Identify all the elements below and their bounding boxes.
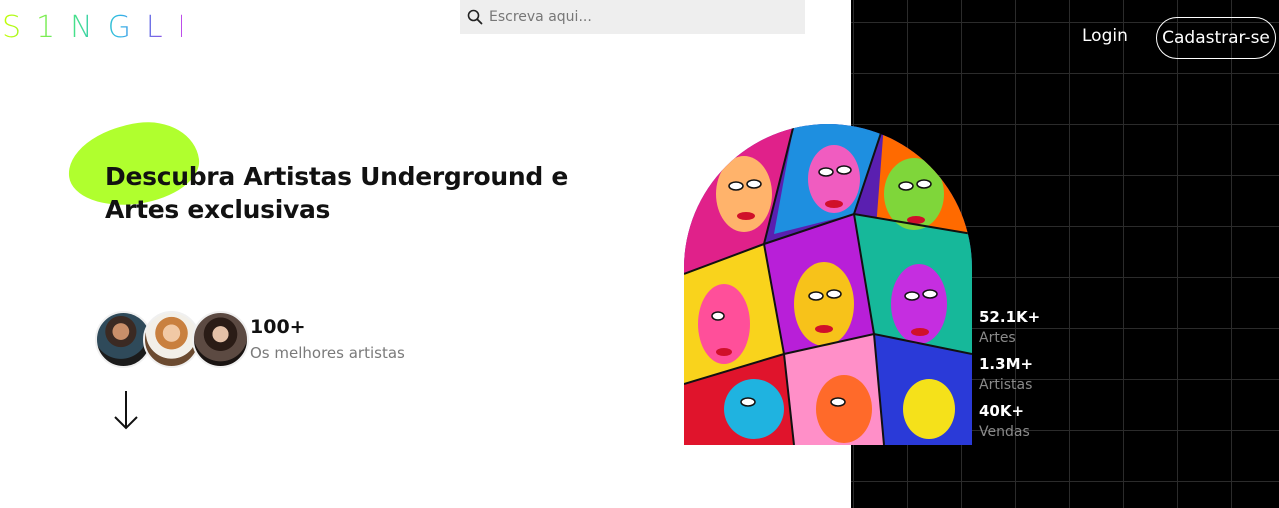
stat-label: Vendas <box>979 424 1030 440</box>
stat-label: Artistas <box>979 377 1033 393</box>
stat-artistas: 1.3M+ Artistas <box>979 353 1040 400</box>
stat-label: Artes <box>979 330 1016 346</box>
search-input[interactable] <box>489 0 805 34</box>
logo[interactable]: S1NGLE <box>2 10 197 46</box>
signup-button[interactable]: Cadastrar-se <box>1156 17 1276 59</box>
artists-count-label: Os melhores artistas <box>250 344 405 362</box>
login-link[interactable]: Login <box>1082 26 1128 46</box>
stat-value: 40K+ <box>979 402 1025 420</box>
headline-bold-2: Artes exclusivas <box>105 195 331 224</box>
artists-count: 100+ <box>250 316 306 338</box>
avatar[interactable] <box>192 311 249 368</box>
artist-avatars <box>95 311 255 369</box>
stat-vendas: 40K+ Vendas <box>979 400 1040 447</box>
stats-list: 52.1K+ Artes 1.3M+ Artistas 40K+ Vendas <box>979 306 1040 447</box>
hero-headline: Descubra Artistas Underground e Artes ex… <box>105 160 568 226</box>
stat-value: 1.3M+ <box>979 355 1034 373</box>
headline-bold-1: Artistas Underground <box>243 162 543 191</box>
search-bar[interactable] <box>460 0 805 34</box>
arrow-down-icon[interactable] <box>113 390 139 430</box>
search-icon <box>467 9 483 25</box>
featured-artwork[interactable] <box>684 124 972 445</box>
stat-artes: 52.1K+ Artes <box>979 306 1040 353</box>
headline-text-2: e <box>542 162 569 191</box>
headline-text-1: Descubra <box>105 162 244 191</box>
stat-value: 52.1K+ <box>979 308 1041 326</box>
